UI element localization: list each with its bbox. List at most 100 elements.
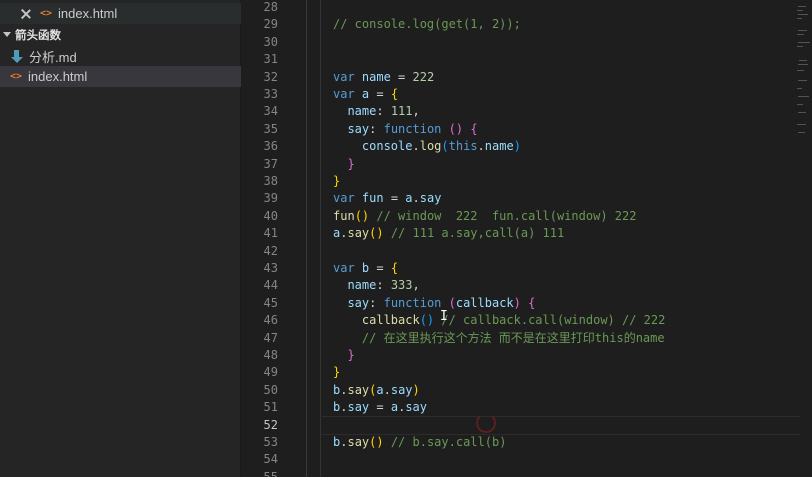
code-token: // window 222 fun.call(window) 222 <box>369 208 637 223</box>
file-item-html[interactable]: <> index.html <box>0 66 241 87</box>
minimap-line <box>798 112 806 113</box>
minimap-line <box>797 10 803 11</box>
code-line[interactable]: var b = { <box>333 260 398 277</box>
text-cursor-icon: I <box>440 309 448 324</box>
code-token: fun <box>333 208 355 223</box>
code-token: ) <box>412 382 420 397</box>
code-token: // console.log(get(1, 2)); <box>333 17 521 32</box>
open-editor-item[interactable]: <> index.html <box>0 3 241 24</box>
line-number: 30 <box>263 34 278 49</box>
code-token: () <box>419 313 435 328</box>
folder-section-header[interactable]: 箭头函数 <box>0 24 241 45</box>
code-token: a <box>405 191 413 206</box>
code-token: { <box>470 121 478 136</box>
code-token: var <box>333 191 355 206</box>
code-token: , <box>412 278 420 293</box>
code-line[interactable]: var a = { <box>333 86 398 103</box>
code-token: function <box>383 121 442 136</box>
minimap-line <box>797 104 803 105</box>
minimap[interactable] <box>796 0 812 477</box>
code-line[interactable]: } <box>333 156 354 173</box>
line-number: 32 <box>263 69 278 84</box>
code-token: say <box>347 435 370 449</box>
line-number-gutter: 28 29 30 31 32 33 34 35 36 37 38 39 40 41 42 43 44 45 46 47… <box>242 0 282 477</box>
code-token: = <box>369 261 391 275</box>
code-token: say <box>419 191 442 206</box>
code-line[interactable]: name: 333, <box>333 277 420 294</box>
minimap-line <box>798 42 810 43</box>
code-line[interactable]: fun() // window 222 fun.call(window) 222 <box>333 208 636 225</box>
line-number: 28 <box>263 0 278 14</box>
code-token: console <box>361 139 413 154</box>
code-token: var <box>333 69 355 84</box>
line-number: 31 <box>263 52 278 67</box>
minimap-line <box>798 64 808 65</box>
indent-guide <box>320 0 321 477</box>
minimap-line <box>797 18 802 19</box>
current-line-highlight <box>320 416 800 435</box>
code-line[interactable]: name: 111, <box>333 103 420 120</box>
code-line[interactable]: } <box>333 173 340 190</box>
code-line[interactable]: b.say(a.say) <box>333 382 420 399</box>
code-token: . <box>477 139 485 154</box>
code-line[interactable]: console.log(this.name) <box>333 138 521 155</box>
code-token: var <box>333 87 355 101</box>
code-line[interactable]: say: function () { <box>333 121 478 138</box>
code-token: log <box>419 139 442 154</box>
code-line[interactable]: a.say() // 111 a.say,call(a) 111 <box>333 225 564 242</box>
code-line[interactable]: b.say() // b.say.call(b) <box>333 434 506 451</box>
code-token: : <box>369 295 384 310</box>
code-token: say <box>347 295 370 310</box>
minimap-line <box>798 132 805 133</box>
code-token: say <box>405 400 427 415</box>
code-token: , <box>412 104 420 119</box>
chevron-down-icon <box>3 32 11 37</box>
code-line[interactable]: } <box>333 347 355 364</box>
line-number: 33 <box>263 87 278 101</box>
code-line[interactable]: var name = 222 <box>333 69 434 86</box>
vscode-window: <> index.html 箭头函数 分析.md <> index.html 2… <box>0 0 812 477</box>
code-token: fun <box>361 191 384 206</box>
line-number: 40 <box>263 208 278 223</box>
code-token: : <box>376 104 391 119</box>
code-token: = <box>383 191 406 206</box>
code-token: ( <box>448 295 456 310</box>
code-line[interactable]: b.say = a.say <box>333 399 427 416</box>
line-number: 34 <box>263 104 278 119</box>
code-editor[interactable]: 28 29 30 31 32 33 34 35 36 37 38 39 40 41 42 43 44 45 46 47… <box>242 0 812 477</box>
code-token: var <box>333 261 355 275</box>
code-token: . <box>383 382 391 397</box>
minimap-line <box>797 88 802 89</box>
code-line[interactable]: say: function (callback) { <box>333 295 535 312</box>
code-token: { <box>528 295 536 310</box>
file-item-md[interactable]: 分析.md <box>0 46 241 67</box>
code-line[interactable]: // console.log(get(1, 2)); <box>333 16 521 33</box>
code-token: } <box>347 348 355 362</box>
line-number: 29 <box>263 17 278 32</box>
code-token: name <box>361 69 391 84</box>
code-line[interactable]: var fun = a.say <box>333 190 441 207</box>
code-token: say <box>347 382 370 397</box>
code-token: } <box>333 174 341 188</box>
code-line[interactable]: // 在这里执行这个方法 而不是在这里打印this的name <box>333 330 665 347</box>
code-token: callback <box>455 295 514 310</box>
html-file-icon: <> <box>9 71 23 82</box>
line-number: 52 <box>263 417 278 432</box>
code-token: . <box>412 191 420 206</box>
line-number: 44 <box>263 278 278 293</box>
code-token: a <box>390 400 399 415</box>
close-icon[interactable] <box>20 8 32 20</box>
minimap-line <box>798 96 809 97</box>
code-line[interactable]: } <box>333 364 340 381</box>
line-number: 45 <box>263 295 278 310</box>
code-line[interactable]: callback() // callback.call(window) // 2… <box>333 312 665 329</box>
